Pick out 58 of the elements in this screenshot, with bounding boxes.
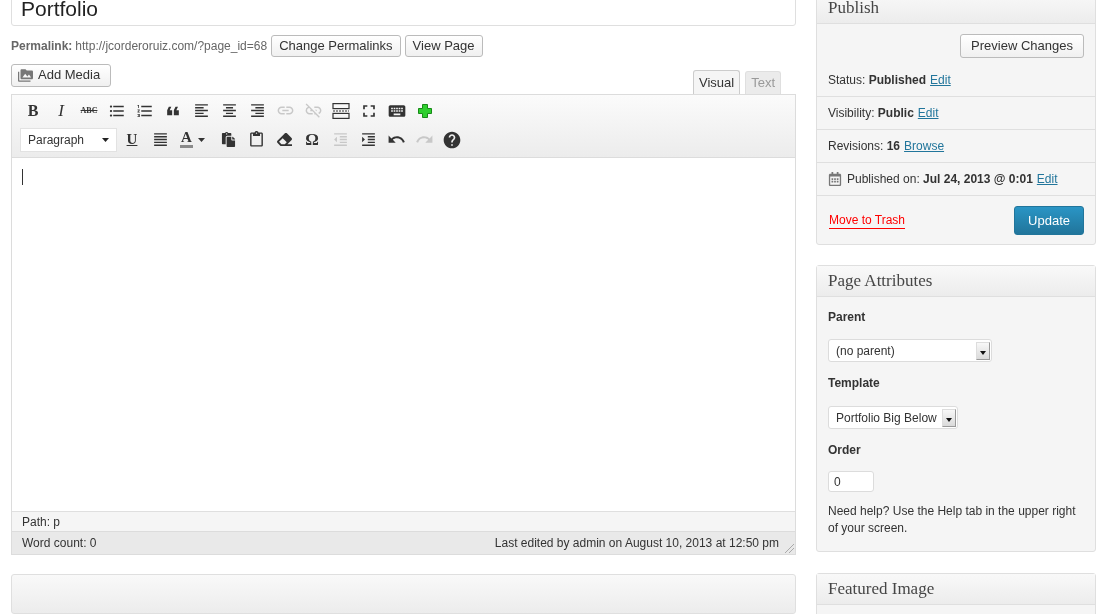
page-break-icon [332, 102, 350, 119]
publish-info: Visibility: Public [828, 105, 914, 122]
strikethrough-button[interactable]: ABC [75, 98, 103, 123]
photos-icon [18, 67, 33, 83]
permalink-button[interactable]: Change Permalinks [271, 34, 401, 57]
update-button[interactable]: Update [1014, 206, 1084, 235]
publish-info: Revisions: 16 [828, 138, 901, 155]
eraser-icon [276, 132, 292, 147]
add-media-button[interactable]: Add Media [11, 63, 112, 87]
italic-button[interactable]: I [47, 98, 75, 123]
field-label: Parent [828, 310, 866, 324]
edit-link[interactable]: Edit [930, 71, 951, 89]
align-right-icon [248, 102, 266, 119]
select-field[interactable]: (no parent) [828, 339, 992, 362]
text-color-button[interactable]: A [174, 127, 214, 152]
trash-link[interactable]: Move to Trash [829, 213, 906, 229]
box-title: Featured Image [828, 578, 935, 601]
publish-info: Published on: Jul 24, 2013 @ 0:01 [847, 171, 1033, 188]
indent-icon [359, 131, 377, 148]
permalink-label: Permalink: [11, 37, 73, 55]
select-field[interactable]: Portfolio Big Below [828, 406, 958, 429]
order-input[interactable]: 0 [828, 471, 874, 492]
align-left-icon [192, 102, 210, 119]
plus-icon [418, 103, 432, 118]
underline-button[interactable]: U [118, 127, 146, 152]
field-label: Order [828, 443, 861, 457]
permalink-url: http://jcorderoruiz.com/?page_id=68 [75, 37, 268, 55]
color-bar-icon [180, 145, 193, 148]
caret-icon [102, 137, 109, 142]
title-field[interactable]: Portfolio [11, 0, 796, 26]
box-title: Publish [828, 0, 880, 20]
permalink-button[interactable]: View Page [404, 34, 483, 57]
caret-icon [198, 137, 205, 142]
clipboard-icon [247, 131, 265, 148]
outdent-icon [331, 131, 349, 148]
publish-info: Status: Published [828, 72, 927, 89]
unlink-icon [303, 101, 323, 120]
path-text: Path: p [22, 513, 61, 531]
bold-button[interactable]: B [19, 98, 47, 123]
justify-icon [151, 131, 169, 148]
special-character-button[interactable]: Ω [298, 127, 326, 152]
text-cursor [22, 168, 23, 185]
calendar-icon [828, 172, 842, 186]
box-title: Page Attributes [828, 270, 933, 293]
clipboard-icon [220, 132, 236, 147]
field-label: Template [828, 376, 880, 390]
editor-tab[interactable]: Visual [692, 69, 741, 95]
edit-link[interactable]: Browse [904, 137, 945, 155]
help-text: Need help? Use the Help tab in the upper right of your screen. [828, 503, 1077, 537]
word-count: Word count: 0 [22, 535, 97, 552]
edit-link[interactable]: Edit [917, 104, 939, 122]
edit-link[interactable]: Edit [1036, 170, 1058, 188]
preview-changes-button[interactable]: Preview Changes [960, 34, 1084, 58]
format-select[interactable]: Paragraph [20, 127, 117, 152]
last-edited-text: Last edited by admin on August 10, 2013 at 12:50 pm [494, 535, 779, 552]
resize-grip-icon [785, 544, 794, 553]
help-icon [442, 129, 462, 150]
align-center-icon [220, 102, 238, 119]
